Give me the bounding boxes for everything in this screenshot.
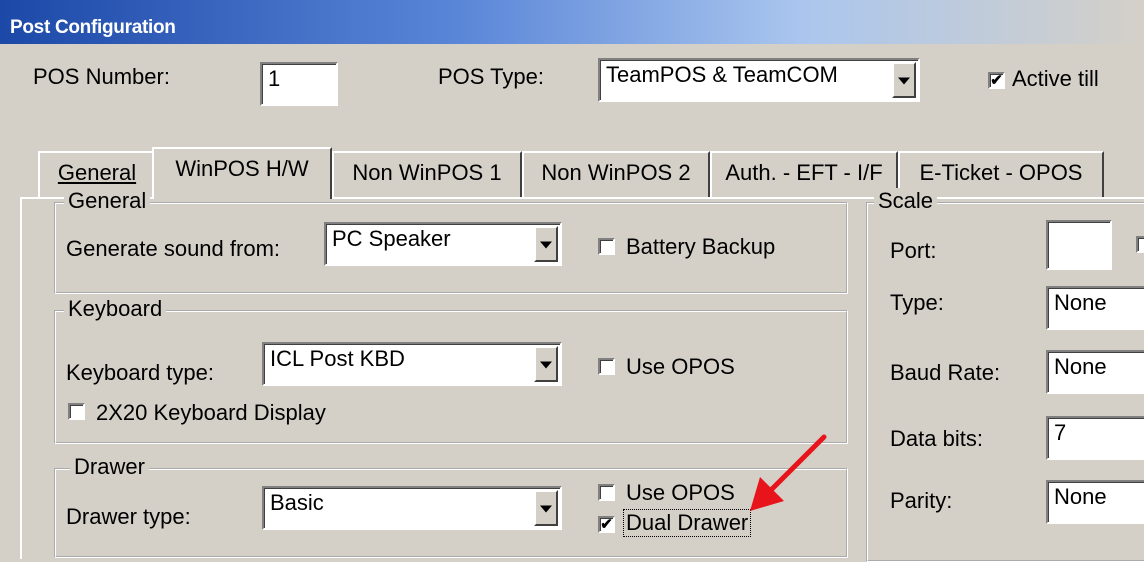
- scale-parity-select[interactable]: None: [1046, 480, 1144, 524]
- tab-non-winpos-1[interactable]: Non WinPOS 1: [332, 151, 522, 197]
- tab-winpos-hw-label: WinPOS H/W: [175, 156, 309, 181]
- drawer-type-label: Drawer type:: [66, 504, 191, 529]
- pos-type-value: TeamPOS & TeamCOM: [606, 62, 838, 87]
- keyboard-type-select[interactable]: ICL Post KBD: [262, 342, 562, 386]
- drawer-type-select[interactable]: Basic: [262, 486, 562, 530]
- scale-group-title: Scale: [874, 188, 938, 214]
- scale-type-select[interactable]: None: [1046, 286, 1144, 330]
- chevron-down-icon[interactable]: [534, 490, 558, 526]
- drawer-type-value: Basic: [270, 490, 324, 515]
- drawer-use-opos-checkbox[interactable]: [598, 484, 615, 501]
- pos-number-label: POS Number:: [33, 64, 170, 89]
- sound-source-select[interactable]: PC Speaker: [324, 222, 562, 266]
- scale-port-checkbox[interactable]: [1136, 236, 1144, 253]
- scale-baud-label: Baud Rate:: [890, 360, 1001, 385]
- dual-drawer-label: Dual Drawer: [622, 509, 752, 537]
- keyboard-type-value: ICL Post KBD: [270, 346, 405, 371]
- scale-port-label: Port:: [890, 238, 937, 263]
- keyboard-use-opos-checkbox[interactable]: [598, 358, 615, 375]
- tab-non-winpos-2[interactable]: Non WinPOS 2: [522, 151, 710, 197]
- chevron-down-icon[interactable]: [892, 62, 916, 98]
- tab-eticket-opos-label: E-Ticket - OPOS: [919, 160, 1083, 185]
- keyboard-group-title: Keyboard: [64, 296, 167, 322]
- sound-source-label: Generate sound from:: [66, 236, 281, 261]
- keyboard-display-label: 2X20 Keyboard Display: [96, 400, 326, 425]
- drawer-group-title: Drawer: [70, 454, 149, 480]
- tab-winpos-hw[interactable]: WinPOS H/W: [152, 147, 332, 199]
- keyboard-type-label: Keyboard type:: [66, 360, 214, 385]
- active-till-label: Active till: [1012, 66, 1099, 91]
- tab-auth-eft-if[interactable]: Auth. - EFT - I/F: [710, 151, 898, 197]
- active-till-checkbox[interactable]: ✔: [988, 72, 1005, 89]
- chevron-down-icon[interactable]: [534, 346, 558, 382]
- sound-source-value: PC Speaker: [332, 226, 451, 251]
- tab-non-winpos-1-label: Non WinPOS 1: [352, 160, 502, 185]
- tab-non-winpos-2-label: Non WinPOS 2: [541, 160, 691, 185]
- tab-auth-eft-if-label: Auth. - EFT - I/F: [725, 160, 883, 185]
- general-group-title: General: [64, 188, 151, 214]
- scale-databits-field[interactable]: 7: [1046, 416, 1144, 460]
- chevron-down-icon[interactable]: [534, 226, 558, 262]
- window-title: Post Configuration: [10, 17, 176, 38]
- scale-parity-label: Parity:: [890, 488, 953, 513]
- keyboard-use-opos-label: Use OPOS: [626, 354, 735, 379]
- pos-type-label: POS Type:: [438, 64, 544, 89]
- dual-drawer-checkbox[interactable]: ✔: [598, 516, 615, 533]
- scale-databits-label: Data bits:: [890, 426, 983, 451]
- annotation-arrow-icon: [750, 434, 827, 511]
- scale-baud-select[interactable]: None: [1046, 350, 1144, 394]
- tab-general-label: General: [57, 160, 137, 185]
- battery-backup-checkbox[interactable]: [598, 238, 615, 255]
- battery-backup-label: Battery Backup: [626, 234, 776, 259]
- scale-type-label: Type:: [890, 290, 944, 315]
- drawer-use-opos-label: Use OPOS: [626, 480, 735, 505]
- pos-number-field[interactable]: 1: [260, 62, 338, 106]
- pos-type-select[interactable]: TeamPOS & TeamCOM: [598, 58, 920, 102]
- keyboard-display-checkbox[interactable]: [68, 403, 85, 420]
- scale-port-field[interactable]: [1046, 220, 1112, 270]
